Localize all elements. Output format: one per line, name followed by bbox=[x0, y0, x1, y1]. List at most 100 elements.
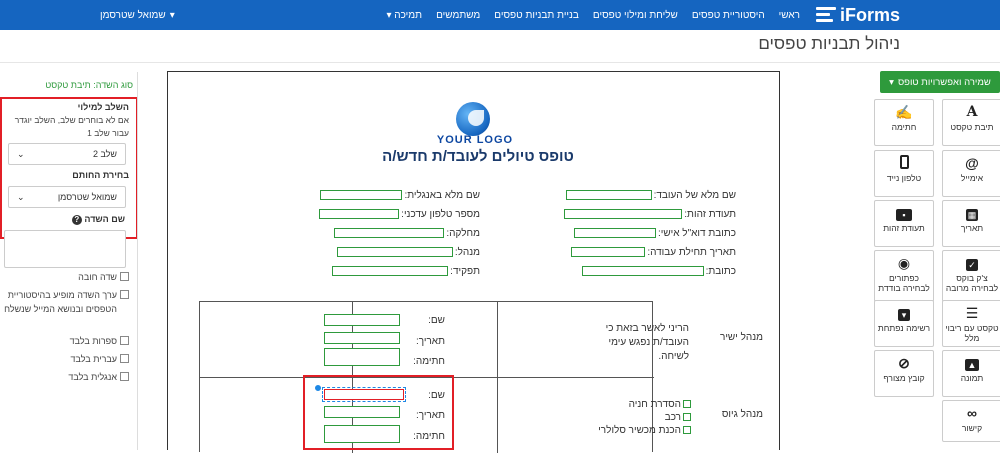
form-row: מחלקה: bbox=[334, 226, 480, 240]
save-options-button[interactable]: שמירה ואפשרויות טופס ▾ bbox=[880, 71, 1000, 93]
form-field[interactable] bbox=[320, 190, 403, 200]
hebrew-checkbox[interactable] bbox=[120, 354, 129, 363]
title-divider bbox=[0, 62, 1000, 63]
recruiter-date-field[interactable] bbox=[324, 406, 400, 418]
tool-text-box[interactable]: A תיבת טקסט bbox=[942, 99, 1000, 146]
logo-swirl-icon bbox=[468, 110, 484, 126]
nav-link-send[interactable]: שליחת ומילוי טפסים bbox=[593, 10, 678, 21]
row2-role: מנהל גיוס bbox=[721, 409, 763, 420]
form-row: מנהל: bbox=[336, 245, 480, 259]
recruiter-sign-field[interactable] bbox=[324, 425, 400, 443]
field-properties-panel: סוג השדה: תיבת טקסט השלב למילוי אם לא בו… bbox=[0, 72, 138, 450]
caret-down-icon: ▾ bbox=[889, 76, 894, 88]
tool-signature[interactable]: ✍ חתימה bbox=[874, 99, 934, 146]
tool-dropdown[interactable]: ▾ רשימה נפתחת bbox=[874, 300, 934, 347]
caret-down-icon: ▾ bbox=[386, 9, 392, 21]
manager-date-field[interactable] bbox=[324, 332, 400, 344]
logo-text: iForms bbox=[839, 4, 900, 25]
required-option[interactable]: שדה חובה bbox=[1, 270, 129, 284]
tool-multiline[interactable]: ☰ טקסט עם ריבוי מלל bbox=[942, 300, 1000, 347]
radio-icon: ◉ bbox=[897, 255, 911, 271]
user-name: שמואל שטרסמן bbox=[100, 9, 166, 21]
stage-hint: אם לא בוחרים שלב, השלב יוגדר עבור שלב 1 bbox=[14, 115, 129, 138]
manager-name-field[interactable] bbox=[324, 314, 400, 326]
row1-role: מנהל ישיר bbox=[719, 332, 763, 343]
form-field[interactable] bbox=[573, 228, 656, 238]
form-row: כתובת: bbox=[581, 264, 736, 278]
tool-id[interactable]: ▪ תעודת זהות bbox=[874, 200, 934, 247]
nav-link-users[interactable]: משתמשים bbox=[436, 10, 480, 21]
hebrew-option[interactable]: עברית בלבד bbox=[1, 352, 129, 366]
form-logo-icon bbox=[815, 6, 836, 24]
form-row: מספר טלפון עדכני: bbox=[319, 207, 480, 221]
form-field[interactable] bbox=[581, 266, 704, 276]
text-icon: A bbox=[966, 104, 978, 120]
attachment-icon: ⊘ bbox=[898, 355, 910, 371]
checkbox-icon[interactable] bbox=[683, 413, 691, 422]
tool-email[interactable]: @ אימייל bbox=[942, 150, 1000, 197]
row2-item: הסדרת חניה bbox=[629, 398, 691, 412]
sign-label: חתימה: bbox=[413, 431, 445, 442]
stage-label: השלב למילוי bbox=[77, 102, 129, 112]
stage-select[interactable]: שלב 2 ⌄ bbox=[8, 143, 126, 165]
field-name-textarea[interactable] bbox=[4, 230, 126, 268]
image-icon: ▲ bbox=[943, 355, 1000, 371]
required-checkbox[interactable] bbox=[120, 272, 129, 281]
tool-date[interactable]: ▦ תאריך bbox=[942, 200, 1000, 247]
tool-radio[interactable]: ◉ כפתורים לבחירה בודדת bbox=[874, 250, 934, 302]
row2-item: הכנת מכשיר סלולרי bbox=[598, 424, 691, 438]
digits-option[interactable]: ספרות בלבד bbox=[1, 334, 129, 348]
tool-link[interactable]: ∞ קישור bbox=[942, 400, 1000, 442]
at-icon: @ bbox=[965, 155, 979, 171]
help-icon[interactable]: ? bbox=[71, 215, 82, 225]
field-toolbox: שמירה ואפשרויות טופס ▾ A תיבת טקסט ✍ חתי… bbox=[860, 71, 1000, 450]
nav-link-support[interactable]: תמיכה ▾ bbox=[386, 10, 422, 21]
chevron-down-icon: ⌄ bbox=[17, 191, 25, 202]
form-field[interactable] bbox=[319, 209, 400, 219]
history-checkbox[interactable] bbox=[120, 290, 129, 299]
tool-phone[interactable]: טלפון נייד bbox=[874, 150, 934, 197]
form-row: תפקיד: bbox=[332, 264, 480, 278]
nav-link-history[interactable]: היסטוריית טפסים bbox=[692, 10, 765, 21]
id-card-icon: ▪ bbox=[875, 205, 933, 221]
name-label: שם: bbox=[428, 315, 445, 326]
caret-down-icon: ▾ bbox=[169, 9, 175, 21]
english-option[interactable]: אנגלית בלבד bbox=[1, 370, 129, 384]
english-checkbox[interactable] bbox=[120, 372, 129, 381]
page-title: ניהול תבניות טפסים bbox=[758, 34, 900, 53]
digits-checkbox[interactable] bbox=[120, 336, 129, 345]
form-field[interactable] bbox=[571, 247, 646, 257]
tool-attachment[interactable]: ⊘ קובץ מצורף bbox=[874, 350, 934, 397]
form-field[interactable] bbox=[334, 228, 445, 238]
form-row: תעודת זהות: bbox=[564, 207, 736, 221]
checkbox-icon[interactable] bbox=[683, 426, 691, 435]
signer-label: בחירת החותם bbox=[72, 170, 129, 180]
history-option[interactable]: ערך השדה מופיע בהיסטוריית הטפסים ובנושא … bbox=[1, 288, 129, 316]
tool-image[interactable]: ▲ תמונה bbox=[942, 350, 1000, 397]
nav-link-templates[interactable]: בניית תבניות טפסים bbox=[494, 10, 579, 21]
manager-sign-field[interactable] bbox=[324, 348, 400, 366]
name-label: שם: bbox=[428, 390, 445, 401]
selected-name-field[interactable] bbox=[322, 387, 406, 402]
form-field[interactable] bbox=[336, 247, 453, 257]
signer-select[interactable]: שמואל שטרסמן ⌄ bbox=[8, 186, 126, 208]
form-field[interactable] bbox=[564, 209, 683, 219]
user-menu[interactable]: ▾ שמואל שטרסמן bbox=[100, 0, 175, 30]
form-field[interactable] bbox=[332, 266, 449, 276]
app-logo[interactable]: iForms bbox=[815, 4, 900, 26]
row1-text: הריני לאשר בזאת כי העובד/ת נפגש עימי לשי… bbox=[605, 323, 689, 362]
tool-checkbox[interactable]: ✓ צ'ק בוקס לבחירה מרובה bbox=[942, 250, 1000, 302]
form-row: תאריך תחילת עבודה: bbox=[571, 245, 736, 259]
sign-label: חתימה: bbox=[413, 356, 445, 367]
signature-icon: ✍ bbox=[895, 104, 913, 120]
paragraph-icon: ☰ bbox=[965, 305, 979, 321]
checkbox-icon[interactable] bbox=[683, 400, 691, 409]
row2-item: רכב bbox=[665, 411, 691, 425]
form-field[interactable] bbox=[565, 190, 652, 200]
form-row: כתובת דוא"ל אישי: bbox=[573, 226, 736, 240]
form-canvas[interactable]: YOUR LOGO טופס טיולים לעובד/ת חדש/ה שם מ… bbox=[167, 71, 780, 453]
drag-handle-icon[interactable] bbox=[314, 384, 322, 392]
calendar-icon: ▦ bbox=[966, 209, 978, 221]
phone-icon bbox=[875, 155, 933, 171]
nav-link-home[interactable]: ראשי bbox=[779, 10, 800, 21]
